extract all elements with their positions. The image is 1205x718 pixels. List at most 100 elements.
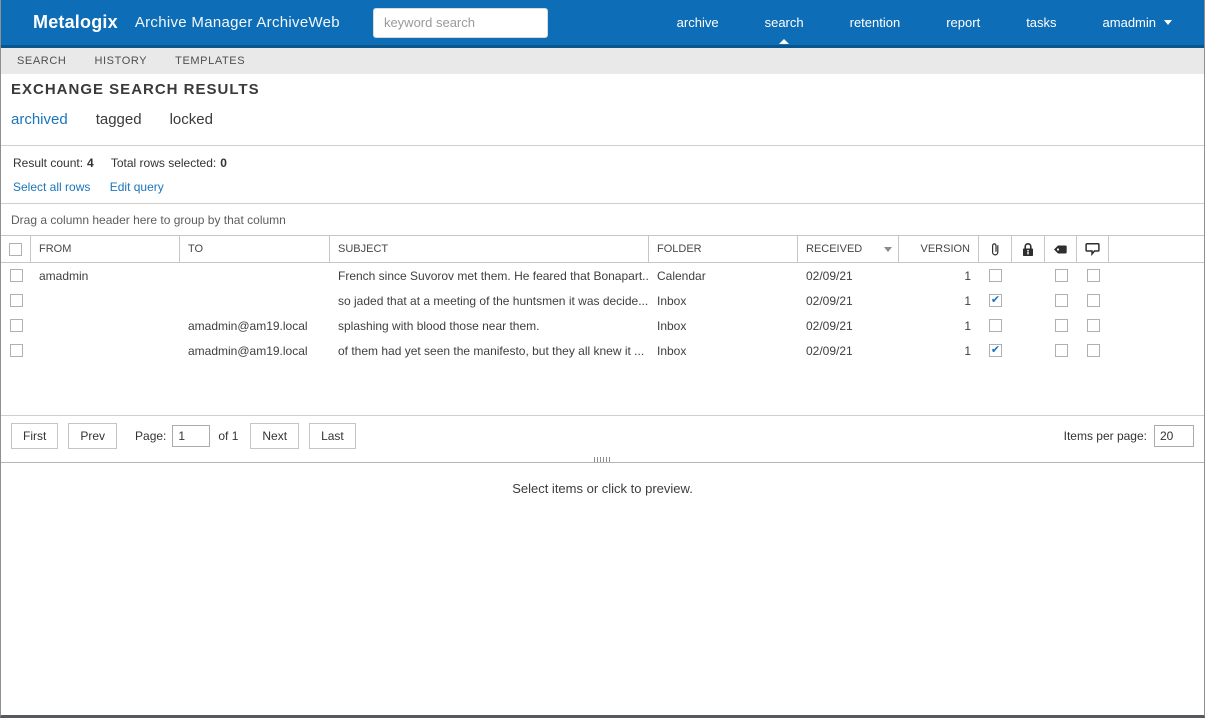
app-header: Metalogix Archive Manager ArchiveWeb arc… — [1, 0, 1204, 45]
attachment-checkbox[interactable] — [989, 269, 1002, 282]
nav-item-tasks[interactable]: tasks — [1014, 0, 1068, 45]
table-row[interactable]: so jaded that at a meeting of the huntsm… — [1, 288, 1204, 313]
row-select-checkbox[interactable] — [9, 344, 23, 357]
select-all-checkbox[interactable] — [9, 242, 22, 256]
row-select-checkbox[interactable] — [9, 269, 23, 282]
app-window: Metalogix Archive Manager ArchiveWeb arc… — [0, 0, 1205, 718]
cell-to — [180, 288, 330, 313]
cell-received: 02/09/21 — [806, 268, 853, 283]
cell-to — [180, 263, 330, 288]
attachment-checkbox[interactable] — [989, 344, 1002, 357]
column-header-lock[interactable] — [1012, 236, 1045, 262]
cell-folder: Inbox — [657, 293, 687, 308]
tag-checkbox[interactable] — [1054, 269, 1068, 282]
cell-version: 1 — [964, 343, 971, 358]
group-by-drop-zone[interactable]: Drag a column header here to group by th… — [1, 204, 1204, 235]
page-number-input[interactable] — [172, 425, 211, 447]
column-header-attachment[interactable] — [979, 236, 1012, 262]
paperclip-icon — [991, 242, 998, 255]
column-header-comment[interactable] — [1077, 236, 1109, 262]
column-header-to[interactable]: TO — [180, 236, 330, 262]
result-tabs: archived tagged locked — [11, 111, 1204, 128]
cell-filler — [1109, 313, 1204, 338]
nav-item-archive[interactable]: archive — [665, 0, 731, 45]
subnav-item-history[interactable]: HISTORY — [82, 55, 159, 67]
keyword-search-input[interactable] — [372, 7, 548, 38]
table-row[interactable]: amadmin@am19.local splashing with blood … — [1, 313, 1204, 338]
table-row[interactable]: amadmin@am19.local of them had yet seen … — [1, 338, 1204, 363]
cell-to: amadmin@am19.local — [188, 318, 308, 333]
result-count-label: Result count: — [13, 156, 84, 170]
column-header-received[interactable]: RECEIVED — [798, 236, 899, 262]
column-header-filler — [1109, 236, 1204, 262]
tab-tagged[interactable]: tagged — [96, 111, 142, 128]
comment-checkbox[interactable] — [1086, 269, 1100, 282]
sort-indicator-icon — [884, 246, 892, 252]
page-label: Page: — [135, 429, 167, 443]
cell-subject: French since Suvorov met them. He feared… — [338, 268, 649, 283]
sub-navigation: SEARCH HISTORY TEMPLATES — [1, 48, 1204, 74]
cell-folder: Inbox — [657, 343, 687, 358]
chevron-down-icon — [1164, 20, 1172, 25]
pane-splitter[interactable] — [1, 456, 1204, 463]
row-select-checkbox[interactable] — [9, 294, 23, 307]
cell-lock — [1012, 313, 1045, 338]
tag-checkbox[interactable] — [1054, 344, 1068, 357]
items-per-page-label: Items per page: — [1063, 429, 1147, 443]
next-page-button[interactable]: Next — [250, 423, 300, 449]
cell-version: 1 — [964, 318, 971, 333]
first-page-button[interactable]: First — [11, 423, 59, 449]
last-page-button[interactable]: Last — [309, 423, 356, 449]
nav-item-report[interactable]: report — [934, 0, 992, 45]
cell-lock — [1012, 263, 1045, 288]
cell-version: 1 — [964, 293, 971, 308]
column-header-subject[interactable]: SUBJECT — [330, 236, 649, 262]
column-header-tag[interactable] — [1045, 236, 1077, 262]
tag-checkbox[interactable] — [1054, 319, 1068, 332]
tag-icon — [1054, 245, 1067, 253]
tab-locked[interactable]: locked — [170, 111, 213, 128]
page-title: EXCHANGE SEARCH RESULTS — [11, 81, 260, 98]
grid-empty-space — [1, 363, 1204, 415]
items-per-page: Items per page: — [1064, 425, 1194, 447]
row-select-checkbox[interactable] — [9, 319, 23, 332]
nav-item-search[interactable]: search — [753, 0, 816, 45]
items-per-page-input[interactable] — [1154, 425, 1194, 447]
cell-from — [31, 288, 180, 313]
grid-body: amadmin French since Suvorov met them. H… — [1, 263, 1204, 363]
tab-archived[interactable]: archived — [11, 111, 68, 128]
cell-lock — [1012, 288, 1045, 313]
select-all-rows-link[interactable]: Select all rows — [13, 180, 90, 194]
select-all-checkbox-cell — [1, 236, 31, 262]
column-header-from[interactable]: FROM — [31, 236, 180, 262]
rows-selected-value: 0 — [220, 156, 227, 170]
cell-from — [31, 338, 180, 363]
subnav-item-search[interactable]: SEARCH — [5, 55, 78, 67]
comment-checkbox[interactable] — [1086, 294, 1100, 307]
comment-checkbox[interactable] — [1086, 319, 1100, 332]
user-menu-label: amadmin — [1102, 15, 1156, 30]
subnav-item-templates[interactable]: TEMPLATES — [163, 55, 257, 67]
column-header-folder[interactable]: FOLDER — [649, 236, 798, 262]
nav-item-retention[interactable]: retention — [838, 0, 913, 45]
cell-folder: Calendar — [657, 268, 706, 283]
attachment-checkbox[interactable] — [989, 319, 1002, 332]
attachment-checkbox[interactable] — [989, 294, 1002, 307]
cell-filler — [1109, 263, 1204, 288]
results-summary: Result count: 4 Total rows selected: 0 Sel… — [1, 146, 1204, 204]
cell-lock — [1012, 338, 1045, 363]
metalogix-logo: Metalogix — [33, 12, 118, 32]
cell-subject: so jaded that at a meeting of the huntsm… — [338, 293, 649, 308]
cell-to: amadmin@am19.local — [188, 343, 308, 358]
table-row[interactable]: amadmin French since Suvorov met them. H… — [1, 263, 1204, 288]
lock-icon — [1023, 242, 1033, 256]
comment-checkbox[interactable] — [1086, 344, 1100, 357]
column-header-version[interactable]: VERSION — [899, 236, 979, 262]
user-menu[interactable]: amadmin — [1091, 0, 1184, 45]
edit-query-link[interactable]: Edit query — [110, 180, 164, 194]
prev-page-button[interactable]: Prev — [68, 423, 118, 449]
tag-checkbox[interactable] — [1054, 294, 1068, 307]
cell-subject: of them had yet seen the manifesto, but … — [338, 343, 645, 358]
cell-from: amadmin — [39, 268, 89, 283]
result-counts: Result count: 4 Total rows selected: 0 — [13, 156, 1192, 170]
